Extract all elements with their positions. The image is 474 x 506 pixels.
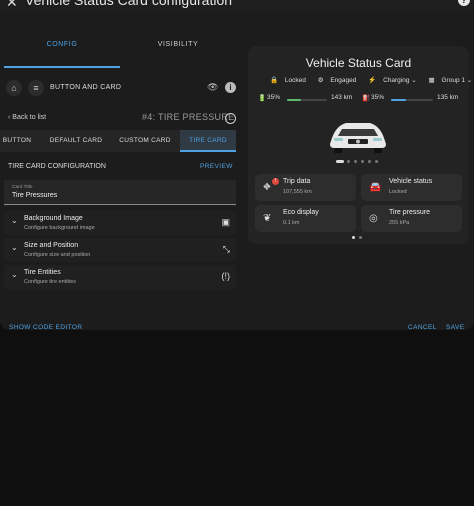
- tile-trip-data[interactable]: ⛖ ! Trip data 107,555 km: [255, 174, 356, 201]
- cancel-button[interactable]: CANCEL: [408, 324, 437, 331]
- card-title-label: Card Title: [12, 185, 33, 190]
- subtab-default-card[interactable]: DEFAULT CARD: [42, 130, 110, 152]
- help-icon[interactable]: ?: [458, 0, 470, 6]
- tab-config[interactable]: CONFIG: [4, 40, 120, 68]
- charging-badge[interactable]: ⚡ Charging ⌄: [368, 77, 422, 84]
- carousel-dots: [336, 160, 386, 164]
- show-code-editor-button[interactable]: SHOW CODE EDITOR: [9, 324, 82, 331]
- fuel-icon: ⛽: [362, 95, 371, 102]
- carousel-dot[interactable]: [361, 160, 364, 163]
- accordion-background-image[interactable]: ⌄ Background Image Configure background …: [4, 211, 236, 235]
- alert-badge: !: [272, 178, 279, 185]
- section-title: #4: TIRE PRESSURE: [142, 112, 235, 122]
- page-dot[interactable]: [352, 236, 355, 239]
- subtab-custom-card[interactable]: CUSTOM CARD: [112, 130, 178, 152]
- subtab-button[interactable]: BUTTON: [0, 130, 34, 152]
- range-fill: [391, 99, 406, 101]
- range-percent: 35%: [371, 94, 385, 101]
- battery-icon: 🔋: [258, 95, 267, 102]
- tab-visibility[interactable]: VISIBILITY: [120, 40, 236, 66]
- resize-icon: ⤡: [222, 244, 230, 254]
- preview-button[interactable]: PREVIEW: [200, 163, 233, 170]
- save-button[interactable]: SAVE: [446, 324, 464, 331]
- lock-icon: 🔒: [270, 77, 279, 84]
- page-dots: [352, 236, 366, 240]
- leaf-icon: ❦: [263, 213, 272, 224]
- range-km: 143 km: [331, 94, 353, 101]
- range-bar: [287, 99, 327, 101]
- tile-vehicle-status[interactable]: 🚘 Vehicle status Locked: [361, 174, 462, 201]
- carousel-dot[interactable]: [354, 160, 357, 163]
- subtabs: BUTTON DEFAULT CARD CUSTOM CARD TIRE CAR…: [0, 130, 236, 152]
- range-km: 135 km: [437, 94, 459, 101]
- menu-icon[interactable]: ≡: [28, 80, 44, 96]
- engine-icon: ⚙: [317, 77, 324, 84]
- range-fill: [287, 99, 301, 101]
- eye-icon[interactable]: 👁: [207, 82, 218, 93]
- range-bar: [391, 99, 433, 101]
- range-percent: 35%: [267, 94, 281, 101]
- info-icon[interactable]: i: [225, 82, 236, 93]
- tire-icon: [225, 113, 236, 124]
- charging-icon: ⚡: [368, 77, 377, 84]
- dialog-title: Vehicle Status Card configuration: [25, 0, 233, 8]
- accordion-tire-entities[interactable]: ⌄ Tire Entities Configure tire entities …: [4, 265, 236, 289]
- carousel-dot[interactable]: [368, 160, 371, 163]
- tabs: CONFIG VISIBILITY: [4, 40, 236, 68]
- dialog: CONFIG VISIBILITY ⌂ ≡ BUTTON AND CARD 👁 …: [0, 10, 474, 331]
- group-icon: ▦: [428, 77, 435, 84]
- page-dot[interactable]: [359, 236, 362, 239]
- tire-alert-icon: (!): [221, 271, 231, 281]
- tire-card-heading: TIRE CARD CONFIGURATION: [8, 163, 106, 170]
- carousel-dot[interactable]: [336, 160, 344, 163]
- card-title-field[interactable]: Card Title Tire Pressures: [4, 180, 236, 205]
- card-type-row: ⌂ ≡ BUTTON AND CARD 👁 i: [4, 77, 236, 99]
- range-info: 🔋 35% 143 km ⛽ 35% 135 km: [258, 94, 463, 106]
- tile-eco-display[interactable]: ❦ Eco display 0.1 km: [255, 205, 356, 232]
- carousel-dot[interactable]: [375, 160, 378, 163]
- status-badges: 🔒 Locked ⚙ Engaged ⚡ Charging ⌄ ▦ Group …: [270, 76, 472, 84]
- car-image: [330, 123, 386, 153]
- trip-icon: ⛖: [263, 182, 271, 193]
- engine-badge[interactable]: ⚙ Engaged: [318, 77, 362, 84]
- tile-tire-pressure[interactable]: ◎ Tire pressure 255 kPa: [361, 205, 462, 232]
- image-icon: ▣: [221, 217, 230, 227]
- group-badge[interactable]: ▦ Group 1 ⌄: [429, 77, 474, 84]
- button-and-card-label: BUTTON AND CARD: [50, 84, 122, 91]
- carousel-dot[interactable]: [347, 160, 350, 163]
- card-title-value[interactable]: Tire Pressures: [12, 192, 57, 199]
- dialog-header: ✕ Vehicle Status Card configuration ?: [0, 0, 474, 10]
- chevron-down-icon: ⌄: [11, 270, 18, 279]
- tire-icon: ◎: [369, 213, 378, 224]
- chevron-down-icon: ⌄: [11, 243, 18, 252]
- lock-badge[interactable]: 🔒 Locked: [270, 77, 311, 84]
- card-title: Vehicle Status Card: [305, 56, 412, 70]
- vehicle-status-card-preview: Vehicle Status Card 🔒 Locked ⚙ Engaged ⚡…: [248, 46, 472, 244]
- vehicle-icon: 🚘: [369, 182, 382, 193]
- back-to-list-link[interactable]: ‹ Back to list: [8, 114, 46, 121]
- subtab-tire-card[interactable]: TIRE CARD: [180, 130, 236, 152]
- chevron-down-icon: ⌄: [11, 216, 18, 225]
- accordion-size-position[interactable]: ⌄ Size and Position Configure size and p…: [4, 238, 236, 262]
- home-icon[interactable]: ⌂: [6, 80, 22, 96]
